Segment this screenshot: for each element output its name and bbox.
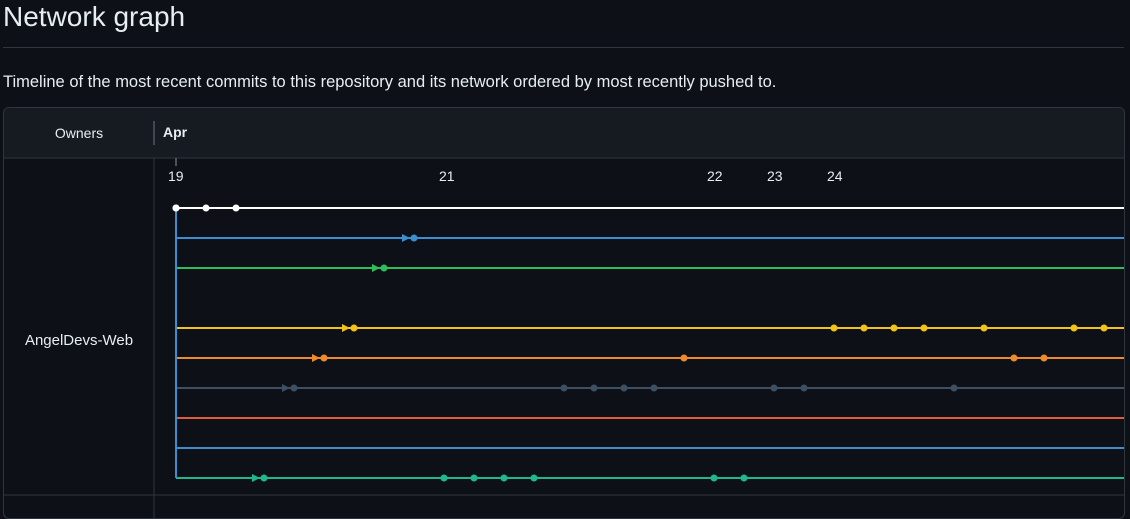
- commit-dot[interactable]: [920, 324, 928, 332]
- commit-dot[interactable]: [410, 234, 418, 242]
- day-label: 23: [767, 168, 783, 184]
- commit-dot[interactable]: [980, 324, 988, 332]
- owner-name[interactable]: AngelDevs-Web: [4, 332, 154, 349]
- owners-header: Owners: [54, 125, 104, 141]
- commit-dot[interactable]: [950, 384, 958, 392]
- branch-arrow: [372, 264, 380, 272]
- branch-arrow: [312, 354, 320, 362]
- network-graph-panel[interactable]: 19 21 22 23 24 Owners Apr AngelDevs-Web: [3, 107, 1125, 519]
- commit-dot[interactable]: [830, 324, 838, 332]
- commit-dot[interactable]: [560, 384, 568, 392]
- commit-dot[interactable]: [350, 324, 358, 332]
- commit-dot[interactable]: [1010, 354, 1018, 362]
- branch-arrow: [402, 234, 410, 242]
- commit-dot[interactable]: [680, 354, 688, 362]
- commit-dot[interactable]: [860, 324, 868, 332]
- commit-dot[interactable]: [290, 384, 298, 392]
- network-graph-canvas[interactable]: 19 21 22 23 24: [4, 108, 1124, 518]
- branch-arrow: [342, 324, 350, 332]
- day-label: 21: [439, 168, 455, 184]
- commit-dot[interactable]: [800, 384, 808, 392]
- day-label: 19: [168, 168, 184, 184]
- commit-dot[interactable]: [650, 384, 658, 392]
- commit-dot[interactable]: [232, 204, 240, 212]
- commit-dot[interactable]: [320, 354, 328, 362]
- commit-dot[interactable]: [890, 324, 898, 332]
- commit-dot[interactable]: [500, 474, 508, 482]
- commit-dot[interactable]: [590, 384, 598, 392]
- page-description: Timeline of the most recent commits to t…: [3, 73, 777, 91]
- commit-dot[interactable]: [1070, 324, 1078, 332]
- commit-dot[interactable]: [380, 264, 388, 272]
- commit-dot[interactable]: [1100, 324, 1108, 332]
- commit-dot[interactable]: [1040, 354, 1048, 362]
- commit-dot[interactable]: [202, 204, 210, 212]
- commit-dot[interactable]: [770, 384, 778, 392]
- day-label: 22: [707, 168, 723, 184]
- title-divider: [3, 47, 1124, 48]
- branch-arrow: [252, 474, 260, 482]
- commit-dot[interactable]: [470, 474, 478, 482]
- commit-dot[interactable]: [172, 204, 180, 212]
- commit-dot[interactable]: [710, 474, 718, 482]
- branch-lines[interactable]: [172, 204, 1125, 483]
- commit-dot[interactable]: [740, 474, 748, 482]
- commit-dot[interactable]: [440, 474, 448, 482]
- branch-arrow: [282, 384, 290, 392]
- commit-dot[interactable]: [530, 474, 538, 482]
- page-title: Network graph: [3, 1, 186, 32]
- month-label: Apr: [163, 124, 188, 140]
- commit-dot[interactable]: [620, 384, 628, 392]
- commit-dot[interactable]: [260, 474, 268, 482]
- day-label: 24: [827, 168, 843, 184]
